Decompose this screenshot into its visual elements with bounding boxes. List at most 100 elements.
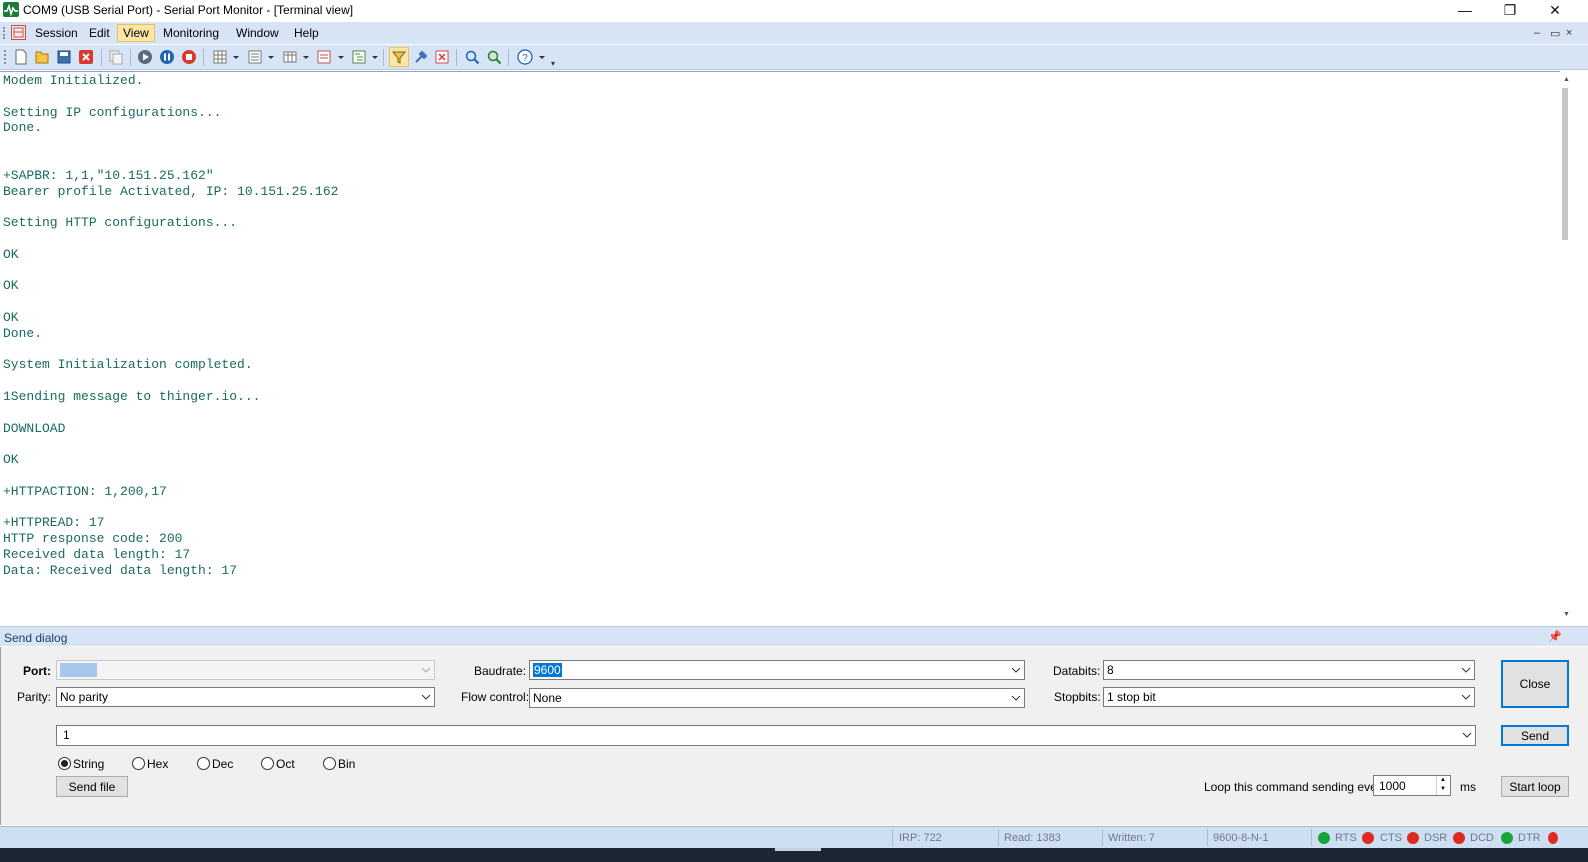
- terminal-line: +HTTPACTION: 1,200,17: [3, 483, 167, 499]
- start-loop-button[interactable]: Start loop: [1501, 776, 1569, 797]
- menu-bar: Session Edit View Monitoring Window Help…: [0, 22, 1588, 44]
- send-button[interactable]: Send: [1501, 725, 1569, 746]
- chevron-down-icon: [1011, 695, 1021, 701]
- format-dec-label: Dec: [212, 757, 234, 771]
- help-icon[interactable]: ?: [517, 49, 533, 65]
- search-icon[interactable]: [464, 49, 480, 65]
- stopbits-select[interactable]: 1 stop bit: [1103, 687, 1475, 707]
- grid-icon[interactable]: [212, 49, 228, 65]
- scroll-down-icon[interactable]: ▼: [1563, 611, 1570, 618]
- format-string-radio[interactable]: [58, 757, 71, 770]
- flow-control-label: Flow control:: [461, 690, 530, 704]
- format-oct-radio[interactable]: [261, 757, 274, 770]
- parity-select[interactable]: No parity: [56, 687, 435, 707]
- format-dec-radio[interactable]: [197, 757, 210, 770]
- maximize-button[interactable]: ❐: [1487, 0, 1533, 20]
- close-window-button[interactable]: ✕: [1532, 0, 1578, 20]
- terminal-line: DOWNLOAD: [3, 420, 66, 436]
- databits-label: Databits:: [1053, 664, 1101, 678]
- menu-session[interactable]: Session: [30, 24, 83, 42]
- pin-icon[interactable]: 📌: [1548, 630, 1562, 643]
- play-icon[interactable]: [137, 49, 153, 65]
- terminal-line: +SAPBR: 1,1,"10.151.25.162": [3, 167, 214, 183]
- menu-monitoring[interactable]: Monitoring: [158, 24, 224, 42]
- chevron-down-icon: [1461, 667, 1471, 673]
- close-session-icon[interactable]: [78, 49, 94, 65]
- send-file-button[interactable]: Send file: [56, 776, 128, 797]
- terminal-line: OK: [3, 310, 19, 325]
- mdi-close-icon[interactable]: ×: [1566, 27, 1572, 39]
- zoom-icon[interactable]: [486, 49, 502, 65]
- tools-icon[interactable]: [413, 49, 429, 65]
- status-separator: [1102, 829, 1103, 846]
- chevron-down-icon: [1461, 694, 1471, 700]
- close-button[interactable]: Close: [1501, 660, 1569, 708]
- filter-icon: [391, 51, 407, 64]
- grid-dropdown-icon[interactable]: [233, 56, 239, 59]
- format-hex-radio[interactable]: [132, 757, 145, 770]
- toolbar: ? ▾: [0, 45, 1588, 70]
- mdi-minimize-icon[interactable]: –: [1534, 27, 1540, 39]
- filter-button[interactable]: [389, 47, 409, 67]
- terminal-line: OK: [3, 278, 19, 294]
- menu-edit[interactable]: Edit: [84, 24, 115, 42]
- command-input[interactable]: 1: [56, 725, 1476, 746]
- dtr-led-icon: [1501, 832, 1513, 844]
- spin-down-icon[interactable]: ▼: [1440, 786, 1446, 792]
- menu-window[interactable]: Window: [231, 24, 284, 42]
- help-dropdown-icon[interactable]: [539, 56, 545, 59]
- terminal-line: OK: [3, 452, 19, 468]
- menu-view[interactable]: View: [117, 24, 155, 42]
- dsr-label: DSR: [1424, 832, 1448, 844]
- stop-icon[interactable]: [181, 49, 197, 65]
- mdi-restore-icon[interactable]: ▭: [1550, 27, 1560, 40]
- clear-icon[interactable]: [434, 49, 450, 65]
- export-dropdown-icon[interactable]: [338, 56, 344, 59]
- export-icon[interactable]: [316, 49, 332, 65]
- app-icon: [3, 2, 19, 17]
- terminal-view[interactable]: Modem Initialized. Setting IP configurati…: [0, 71, 1568, 624]
- baudrate-label: Baudrate:: [474, 664, 527, 678]
- list-icon[interactable]: [247, 49, 263, 65]
- flow-control-select[interactable]: None: [529, 688, 1025, 708]
- menu-help[interactable]: Help: [289, 24, 324, 42]
- minimize-button[interactable]: —: [1442, 0, 1488, 20]
- dsr-led-icon: [1407, 832, 1419, 844]
- status-separator: [892, 829, 893, 846]
- tree-icon[interactable]: [351, 49, 367, 65]
- toolbar-overflow-icon[interactable]: ▾: [551, 59, 555, 68]
- open-icon[interactable]: [34, 49, 50, 65]
- terminal-line: Setting HTTP configurations...: [3, 215, 238, 231]
- terminal-line: Setting IP configurations...: [3, 104, 222, 120]
- scroll-up-icon[interactable]: ▲: [1563, 76, 1570, 83]
- port-select[interactable]: COM9: [56, 660, 435, 680]
- spin-up-icon[interactable]: ▲: [1440, 777, 1446, 783]
- terminal-line: Bearer profile Activated, IP: 10.151.25.…: [3, 183, 339, 199]
- loop-interval-input[interactable]: 1000 ▲ ▼: [1373, 775, 1451, 796]
- save-icon[interactable]: [56, 49, 72, 65]
- dtr-label: DTR: [1518, 832, 1541, 844]
- baudrate-select[interactable]: 9600: [529, 660, 1025, 680]
- list-dropdown-icon[interactable]: [268, 56, 274, 59]
- chevron-down-icon: [1011, 667, 1021, 673]
- format-bin-radio[interactable]: [323, 757, 336, 770]
- toolbar-separator: [130, 49, 131, 66]
- databits-select[interactable]: 8: [1103, 660, 1475, 680]
- toolbar-separator: [508, 49, 509, 66]
- chevron-down-icon: [1462, 732, 1472, 738]
- session-app-icon[interactable]: [11, 25, 26, 40]
- send-dialog: Port: COM9 Baudrate: 9600 Databits: 8 Cl…: [0, 647, 1588, 825]
- terminal-line: Data: Received data length: 17: [3, 562, 238, 578]
- status-separator: [1311, 829, 1312, 846]
- terminal-line: Modem Initialized.: [3, 73, 144, 88]
- new-icon[interactable]: [13, 49, 29, 65]
- columns-dropdown-icon[interactable]: [303, 56, 309, 59]
- scrollbar-thumb[interactable]: [1562, 88, 1568, 240]
- taskbar-highlight: [775, 848, 821, 851]
- columns-icon[interactable]: [282, 49, 298, 65]
- copy-icon[interactable]: [108, 49, 124, 65]
- tree-dropdown-icon[interactable]: [372, 56, 378, 59]
- pause-icon[interactable]: [159, 49, 175, 65]
- status-written: Written: 7: [1108, 832, 1155, 844]
- status-irp: IRP: 722: [899, 832, 942, 844]
